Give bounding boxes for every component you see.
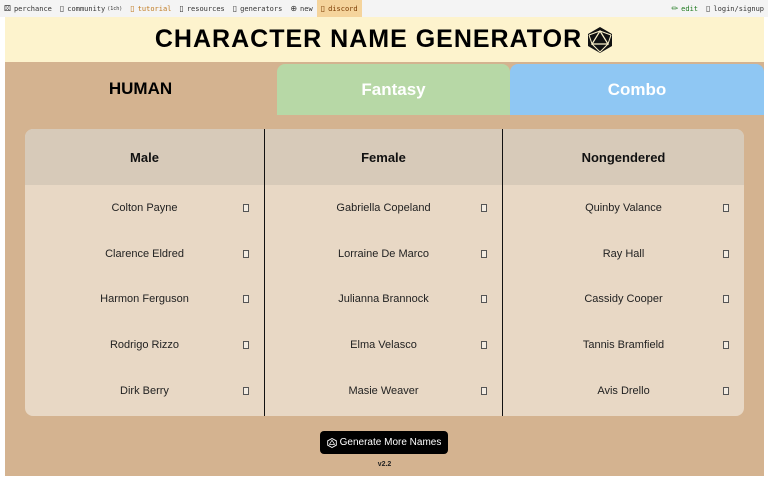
- generate-button-label: Generate More Names: [339, 437, 442, 448]
- nav-community-label: community: [67, 4, 106, 13]
- copy-icon[interactable]: [723, 341, 729, 350]
- name-row: Avis Drello: [503, 368, 744, 414]
- copy-icon[interactable]: [243, 249, 249, 258]
- nav-discord-label: discord: [328, 4, 358, 13]
- name-row: Tannis Bramfield: [503, 322, 744, 368]
- female-column: Female Gabriella Copeland Lorraine De Ma…: [264, 129, 502, 416]
- name-text: Colton Payne: [111, 201, 178, 214]
- user-icon: ▯: [706, 4, 711, 13]
- nav-new[interactable]: ⊕ new: [286, 0, 316, 17]
- name-text: Harmon Ferguson: [100, 293, 189, 306]
- nav-community[interactable]: ▯ community (1ch): [56, 0, 126, 17]
- d20-dice-icon: [588, 26, 613, 53]
- name-text: Quinby Valance: [585, 201, 662, 214]
- top-nav-bar: ⚄ perchance ▯ community (1ch) ▯ tutorial…: [0, 0, 768, 17]
- copy-icon[interactable]: [481, 203, 487, 212]
- name-row: Quinby Valance: [503, 185, 744, 231]
- name-text: Rodrigo Rizzo: [109, 339, 180, 352]
- copy-icon[interactable]: [481, 249, 487, 258]
- name-row: Colton Payne: [25, 185, 264, 231]
- copy-icon[interactable]: [243, 203, 249, 212]
- name-text: Cassidy Cooper: [584, 293, 663, 306]
- name-row: Clarence Eldred: [25, 231, 264, 277]
- people-icon: ▯: [59, 4, 65, 13]
- copy-icon[interactable]: [723, 295, 729, 304]
- dice-icon: ⚄: [4, 4, 11, 13]
- name-row: Harmon Ferguson: [25, 277, 264, 323]
- title-bar: CHARACTER NAME GENERATOR: [5, 17, 764, 62]
- tab-fantasy[interactable]: Fantasy: [277, 64, 510, 115]
- female-header: Female: [265, 129, 502, 185]
- name-text: Gabriella Copeland: [336, 201, 431, 214]
- book-icon: ▯: [130, 4, 135, 13]
- pencil-icon: ✏: [671, 4, 679, 13]
- name-row: Gabriella Copeland: [265, 185, 502, 231]
- male-column: Male Colton Payne Clarence Eldred Harmon…: [25, 129, 264, 416]
- nav-generators-label: generators: [240, 4, 283, 13]
- nav-resources-label: resources: [186, 4, 225, 13]
- name-text: Elma Velasco: [350, 339, 417, 352]
- name-row: Dirk Berry: [25, 368, 264, 414]
- tab-human[interactable]: HUMAN: [5, 62, 276, 115]
- name-text: Lorraine De Marco: [337, 247, 430, 260]
- name-text: Avis Drello: [597, 385, 650, 398]
- nongendered-column: Nongendered Quinby Valance Ray Hall Cass…: [502, 129, 744, 416]
- copy-icon[interactable]: [481, 295, 487, 304]
- nav-edit-label: edit: [681, 4, 699, 13]
- nav-discord[interactable]: ▯ discord: [316, 0, 362, 17]
- generate-more-names-button[interactable]: Generate More Names: [320, 431, 448, 454]
- copy-icon[interactable]: [243, 387, 249, 396]
- copy-icon[interactable]: [481, 341, 487, 350]
- name-row: Lorraine De Marco: [265, 231, 502, 277]
- name-text: Masie Weaver: [348, 385, 419, 398]
- nav-edit[interactable]: ✏ edit: [667, 0, 702, 17]
- name-row: Elma Velasco: [265, 322, 502, 368]
- name-text: Julianna Brannock: [338, 293, 429, 306]
- page-title: CHARACTER NAME GENERATOR: [154, 25, 583, 53]
- name-text: Dirk Berry: [120, 385, 169, 398]
- book-icon: ▯: [179, 4, 184, 13]
- app-frame: CHARACTER NAME GENERATOR HUMAN Fantasy C…: [5, 17, 764, 476]
- version-label: v2.2: [377, 461, 392, 468]
- tab-combo[interactable]: Combo: [510, 64, 764, 115]
- copy-icon[interactable]: [243, 341, 249, 350]
- nav-perchance-label: perchance: [13, 4, 52, 13]
- nongendered-header: Nongendered: [503, 129, 744, 185]
- nav-community-count: (1ch): [107, 5, 123, 12]
- copy-icon[interactable]: [723, 387, 729, 396]
- nav-resources[interactable]: ▯ resources: [175, 0, 228, 17]
- nav-tutorial[interactable]: ▯ tutorial: [126, 0, 175, 17]
- name-row: Cassidy Cooper: [503, 277, 744, 323]
- copy-icon[interactable]: [481, 387, 487, 396]
- nav-new-label: new: [300, 4, 313, 13]
- d20-dice-icon: [326, 437, 337, 448]
- plus-icon: ⊕: [290, 4, 298, 13]
- copy-icon[interactable]: [723, 203, 729, 212]
- list-icon: ▯: [232, 4, 238, 13]
- nav-perchance[interactable]: ⚄ perchance: [0, 0, 56, 17]
- nav-login-label: login/signup: [713, 4, 764, 13]
- nav-generators[interactable]: ▯ generators: [229, 0, 287, 17]
- nav-tutorial-label: tutorial: [137, 4, 172, 13]
- name-row: Julianna Brannock: [265, 277, 502, 323]
- male-header: Male: [25, 129, 264, 185]
- tab-bar: HUMAN Fantasy Combo: [5, 62, 764, 115]
- copy-icon[interactable]: [243, 295, 249, 304]
- name-text: Ray Hall: [602, 247, 645, 260]
- name-row: Masie Weaver: [265, 368, 502, 414]
- name-row: Rodrigo Rizzo: [25, 322, 264, 368]
- name-text: Clarence Eldred: [105, 247, 184, 260]
- name-text: Tannis Bramfield: [582, 339, 665, 352]
- chat-icon: ▯: [320, 4, 326, 13]
- nav-login[interactable]: ▯ login/signup: [702, 0, 768, 17]
- name-row: Ray Hall: [503, 231, 744, 277]
- copy-icon[interactable]: [723, 249, 729, 258]
- names-panel: Male Colton Payne Clarence Eldred Harmon…: [25, 129, 744, 416]
